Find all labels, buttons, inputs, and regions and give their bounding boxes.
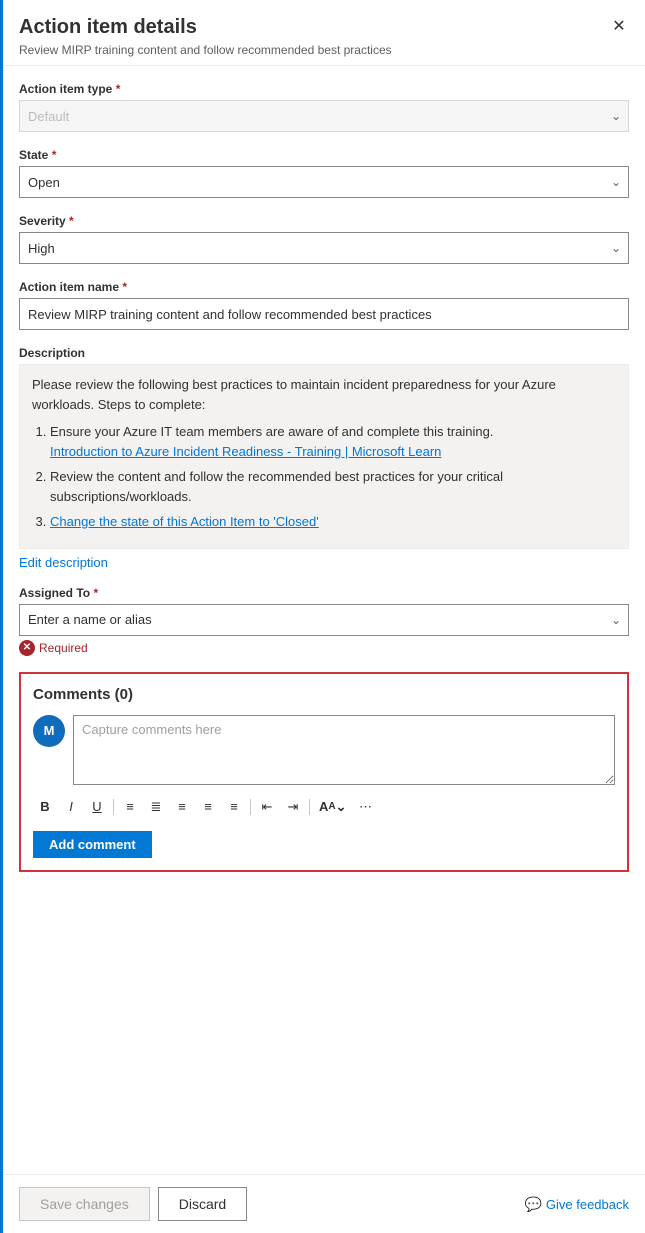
panel-footer: Save changes Discard 💬 Give feedback	[3, 1174, 645, 1233]
required-star: *	[116, 82, 121, 96]
give-feedback-link[interactable]: 💬 Give feedback	[524, 1196, 629, 1213]
action-item-name-group: Action item name *	[19, 280, 629, 330]
severity-select-wrapper: High Medium Low ⌄	[19, 232, 629, 264]
assigned-to-label: Assigned To *	[19, 586, 629, 600]
action-item-type-select[interactable]: Default	[19, 100, 629, 132]
align-right-button[interactable]: ≡	[196, 795, 220, 819]
feedback-label: Give feedback	[546, 1197, 629, 1212]
description-paragraph: Please review the following best practic…	[32, 375, 616, 414]
description-label: Description	[19, 346, 629, 360]
font-size-button[interactable]: AA ⌄	[314, 795, 352, 819]
assigned-to-select-wrapper: Enter a name or alias ⌄	[19, 604, 629, 636]
severity-select[interactable]: High Medium Low	[19, 232, 629, 264]
description-item-3: Change the state of this Action Item to …	[50, 512, 616, 532]
state-label: State *	[19, 148, 629, 162]
toolbar-separator-2	[250, 799, 251, 815]
change-state-link[interactable]: Change the state of this Action Item to …	[50, 514, 319, 529]
save-changes-button[interactable]: Save changes	[19, 1187, 150, 1221]
discard-button[interactable]: Discard	[158, 1187, 247, 1221]
description-item-2: Review the content and follow the recomm…	[50, 467, 616, 506]
description-box: Please review the following best practic…	[19, 364, 629, 549]
action-item-type-select-wrapper: Default ⌄	[19, 100, 629, 132]
error-icon: ✕	[19, 640, 35, 656]
underline-button[interactable]: U	[85, 795, 109, 819]
indent-right-button[interactable]: ⇥	[281, 795, 305, 819]
state-select[interactable]: Open Closed In Progress	[19, 166, 629, 198]
add-comment-button[interactable]: Add comment	[33, 831, 152, 858]
toolbar-separator-1	[113, 799, 114, 815]
required-error-text: Required	[39, 641, 88, 655]
align-center-button[interactable]: ≡	[170, 795, 194, 819]
bullet-list-button[interactable]: ≣	[144, 795, 168, 819]
azure-training-link[interactable]: Introduction to Azure Incident Readiness…	[50, 444, 441, 459]
more-options-button[interactable]: ⋯	[354, 795, 378, 819]
italic-button[interactable]: I	[59, 795, 83, 819]
comment-toolbar: B I U ≡ ≣ ≡ ≡ ≡ ⇤ ⇥ AA ⌄ ⋯	[33, 791, 615, 823]
close-button[interactable]: ✕	[605, 12, 633, 40]
action-item-type-group: Action item type * Default ⌄	[19, 82, 629, 132]
indent-left-button[interactable]: ⇤	[255, 795, 279, 819]
comments-title: Comments (0)	[33, 686, 615, 703]
footer-left: Save changes Discard	[19, 1187, 247, 1221]
state-group: State * Open Closed In Progress ⌄	[19, 148, 629, 198]
description-list: Ensure your Azure IT team members are aw…	[32, 422, 616, 532]
severity-group: Severity * High Medium Low ⌄	[19, 214, 629, 264]
panel-subtitle: Review MIRP training content and follow …	[19, 43, 629, 57]
toolbar-separator-3	[309, 799, 310, 815]
align-left-button[interactable]: ≡	[118, 795, 142, 819]
action-item-name-input[interactable]	[19, 298, 629, 330]
assigned-to-select[interactable]: Enter a name or alias	[19, 604, 629, 636]
comments-section: Comments (0) M B I U ≡ ≣ ≡ ≡ ≡ ⇤ ⇥ AA ⌄	[19, 672, 629, 872]
comment-textarea[interactable]	[73, 715, 615, 785]
severity-label: Severity *	[19, 214, 629, 228]
state-select-wrapper: Open Closed In Progress ⌄	[19, 166, 629, 198]
edit-description-link[interactable]: Edit description	[19, 555, 108, 570]
required-star-severity: *	[69, 214, 74, 228]
required-error: ✕ Required	[19, 640, 629, 656]
align-justify-button[interactable]: ≡	[222, 795, 246, 819]
required-star-state: *	[52, 148, 57, 162]
panel-header: Action item details Review MIRP training…	[3, 0, 645, 66]
panel-title: Action item details	[19, 16, 629, 39]
description-group: Description Please review the following …	[19, 346, 629, 570]
bold-button[interactable]: B	[33, 795, 57, 819]
required-star-assigned: *	[93, 586, 98, 600]
action-item-type-label: Action item type *	[19, 82, 629, 96]
avatar: M	[33, 715, 65, 747]
assigned-to-group: Assigned To * Enter a name or alias ⌄ ✕ …	[19, 586, 629, 656]
action-item-details-panel: Action item details Review MIRP training…	[0, 0, 645, 1233]
action-item-name-label: Action item name *	[19, 280, 629, 294]
panel-body: Action item type * Default ⌄ State * Ope…	[3, 66, 645, 1174]
description-item-1: Ensure your Azure IT team members are aw…	[50, 422, 616, 461]
comment-input-row: M	[33, 715, 615, 785]
feedback-icon: 💬	[524, 1196, 541, 1213]
required-star-name: *	[122, 280, 127, 294]
